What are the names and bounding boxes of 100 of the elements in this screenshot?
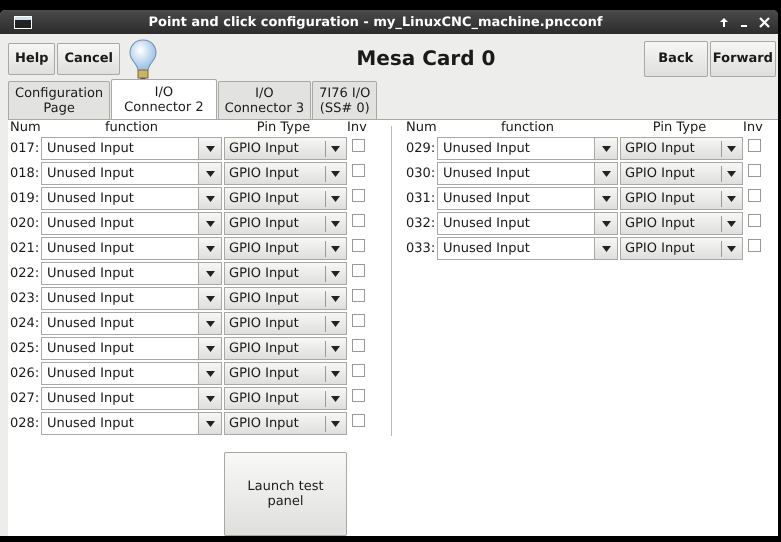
dropdown-arrow-icon[interactable]: [331, 370, 340, 376]
pin-type-dropdown[interactable]: GPIO Input: [620, 187, 743, 210]
dropdown-arrow-icon[interactable]: [331, 346, 340, 352]
function-combo[interactable]: Unused Input: [437, 237, 618, 260]
invert-checkbox[interactable]: [748, 139, 761, 152]
dropdown-arrow-icon[interactable]: [206, 370, 214, 376]
invert-checkbox[interactable]: [352, 264, 365, 277]
dropdown-arrow-icon[interactable]: [602, 146, 610, 152]
toolbar-button[interactable]: Cancel: [57, 42, 120, 74]
function-combo[interactable]: Unused Input: [41, 387, 222, 410]
dropdown-arrow-icon[interactable]: [206, 246, 214, 252]
dropdown-arrow-icon[interactable]: [206, 170, 214, 176]
pin-type-dropdown[interactable]: GPIO Input: [224, 162, 347, 185]
dropdown-arrow-icon[interactable]: [331, 220, 340, 226]
invert-checkbox[interactable]: [352, 339, 365, 352]
function-combo[interactable]: Unused Input: [437, 212, 618, 235]
dropdown-arrow-icon[interactable]: [602, 170, 610, 176]
dropdown-arrow-icon[interactable]: [331, 246, 340, 252]
pin-type-dropdown[interactable]: GPIO Input: [224, 312, 347, 335]
pin-type-dropdown[interactable]: GPIO Input: [620, 212, 743, 235]
function-combo[interactable]: Unused Input: [41, 337, 222, 360]
invert-checkbox[interactable]: [352, 214, 365, 227]
pin-type-dropdown[interactable]: GPIO Input: [620, 137, 743, 160]
dropdown-arrow-icon[interactable]: [331, 170, 340, 176]
dropdown-arrow-icon[interactable]: [206, 320, 214, 326]
dropdown-arrow-icon[interactable]: [727, 196, 736, 202]
dropdown-arrow-icon[interactable]: [727, 246, 736, 252]
toolbar-button[interactable]: Back: [644, 40, 708, 76]
launch-test-panel-button[interactable]: Launch test panel: [224, 452, 347, 536]
pin-type-dropdown[interactable]: GPIO Input: [224, 262, 347, 285]
close-icon[interactable]: [759, 16, 770, 28]
dropdown-arrow-icon[interactable]: [331, 396, 340, 402]
function-combo[interactable]: Unused Input: [41, 237, 222, 260]
tab[interactable]: I/O Connector 2: [111, 79, 217, 119]
dropdown-arrow-icon[interactable]: [206, 346, 214, 352]
pin-type-dropdown[interactable]: GPIO Input: [224, 287, 347, 310]
column-header: function: [104, 120, 160, 136]
window-icon: [14, 16, 32, 28]
dropdown-arrow-icon[interactable]: [206, 396, 214, 402]
dropdown-arrow-icon[interactable]: [331, 420, 340, 426]
dropdown-arrow-icon[interactable]: [331, 320, 340, 326]
pin-type-dropdown[interactable]: GPIO Input: [224, 187, 347, 210]
invert-checkbox[interactable]: [352, 364, 365, 377]
pin-type-dropdown[interactable]: GPIO Input: [224, 137, 347, 160]
tab[interactable]: Configuration Page: [8, 81, 110, 119]
invert-checkbox[interactable]: [352, 139, 365, 152]
function-combo[interactable]: Unused Input: [437, 162, 618, 185]
function-combo[interactable]: Unused Input: [41, 412, 222, 435]
pin-type-dropdown[interactable]: GPIO Input: [224, 412, 347, 435]
function-combo[interactable]: Unused Input: [437, 187, 618, 210]
function-combo[interactable]: Unused Input: [41, 287, 222, 310]
pin-type-dropdown[interactable]: GPIO Input: [620, 162, 743, 185]
column-header: function: [500, 120, 556, 136]
pin-type-dropdown[interactable]: GPIO Input: [224, 362, 347, 385]
dropdown-arrow-icon[interactable]: [727, 220, 736, 226]
dropdown-arrow-icon[interactable]: [331, 296, 340, 302]
pin-type-dropdown[interactable]: GPIO Input: [620, 237, 743, 260]
maximize-icon[interactable]: [719, 16, 729, 28]
dropdown-arrow-icon[interactable]: [206, 420, 214, 426]
invert-checkbox[interactable]: [352, 189, 365, 202]
function-combo[interactable]: Unused Input: [41, 162, 222, 185]
invert-checkbox[interactable]: [748, 164, 761, 177]
pin-number: 030:: [406, 166, 436, 181]
function-combo[interactable]: Unused Input: [437, 137, 618, 160]
dropdown-arrow-icon[interactable]: [206, 146, 214, 152]
invert-checkbox[interactable]: [748, 214, 761, 227]
pin-type-dropdown[interactable]: GPIO Input: [224, 212, 347, 235]
dropdown-arrow-icon[interactable]: [206, 270, 214, 276]
function-combo[interactable]: Unused Input: [41, 137, 222, 160]
invert-checkbox[interactable]: [748, 189, 761, 202]
toolbar-button[interactable]: Forward: [710, 40, 776, 76]
dropdown-arrow-icon[interactable]: [331, 146, 340, 152]
dropdown-arrow-icon[interactable]: [331, 270, 340, 276]
tab[interactable]: 7I76 I/O (SS# 0): [312, 81, 378, 119]
function-combo[interactable]: Unused Input: [41, 187, 222, 210]
function-combo[interactable]: Unused Input: [41, 362, 222, 385]
invert-checkbox[interactable]: [352, 164, 365, 177]
function-combo[interactable]: Unused Input: [41, 312, 222, 335]
invert-checkbox[interactable]: [748, 239, 761, 252]
invert-checkbox[interactable]: [352, 389, 365, 402]
invert-checkbox[interactable]: [352, 314, 365, 327]
pin-type-dropdown[interactable]: GPIO Input: [224, 337, 347, 360]
dropdown-arrow-icon[interactable]: [206, 296, 214, 302]
dropdown-arrow-icon[interactable]: [727, 170, 736, 176]
pin-type-dropdown[interactable]: GPIO Input: [224, 237, 347, 260]
invert-checkbox[interactable]: [352, 414, 365, 427]
dropdown-arrow-icon[interactable]: [602, 246, 610, 252]
tab[interactable]: I/O Connector 3: [218, 81, 312, 119]
invert-checkbox[interactable]: [352, 239, 365, 252]
dropdown-arrow-icon[interactable]: [602, 196, 610, 202]
pin-type-dropdown[interactable]: GPIO Input: [224, 387, 347, 410]
dropdown-arrow-icon[interactable]: [727, 146, 736, 152]
dropdown-arrow-icon[interactable]: [602, 220, 610, 226]
function-combo[interactable]: Unused Input: [41, 212, 222, 235]
invert-checkbox[interactable]: [352, 289, 365, 302]
dropdown-arrow-icon[interactable]: [206, 220, 214, 226]
toolbar-button[interactable]: Help: [8, 42, 56, 74]
dropdown-arrow-icon[interactable]: [206, 196, 214, 202]
function-combo[interactable]: Unused Input: [41, 262, 222, 285]
dropdown-arrow-icon[interactable]: [331, 196, 340, 202]
